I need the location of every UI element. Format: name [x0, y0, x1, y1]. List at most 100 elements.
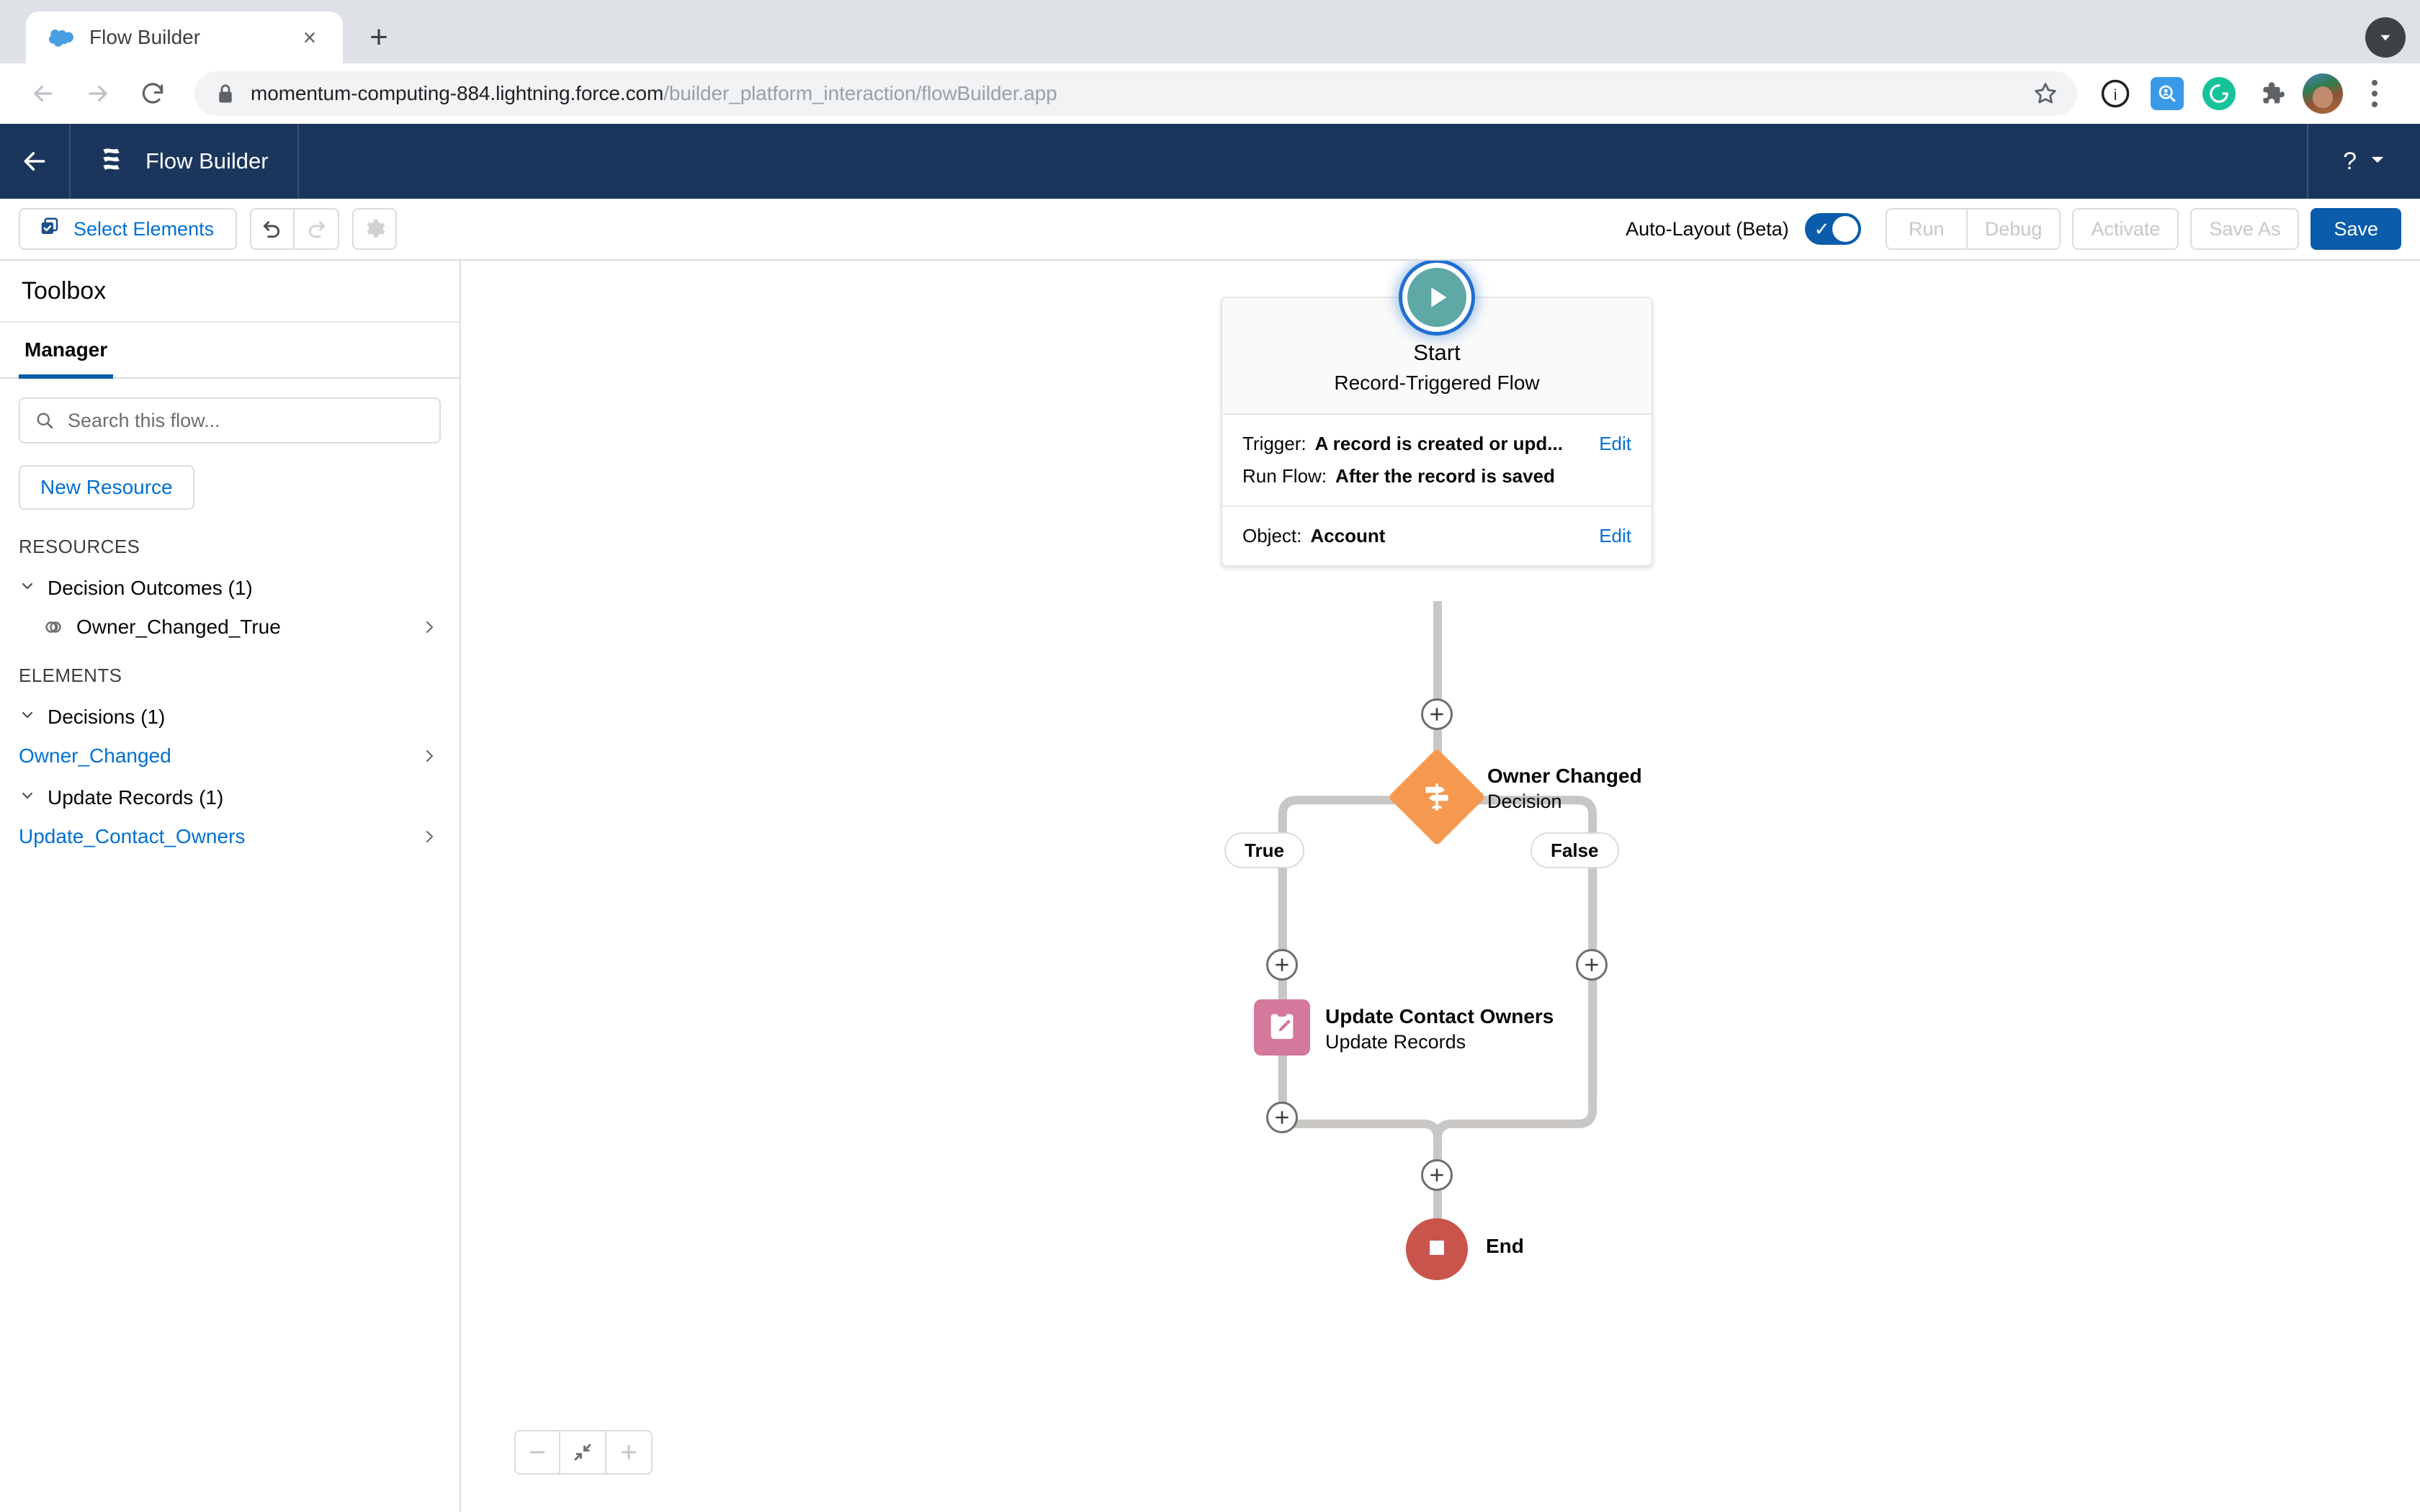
header-spacer: [299, 124, 2308, 199]
info-circle-icon[interactable]: i: [2093, 71, 2138, 116]
undo-icon[interactable]: [250, 208, 295, 250]
salesforce-cloud-icon: [49, 25, 73, 50]
start-node-subtitle: Record-Triggered Flow: [1334, 372, 1540, 394]
browser-extension-bar: i: [2093, 71, 2401, 116]
tab-manager[interactable]: Manager: [19, 323, 114, 379]
url-host: momentum-computing-884.lightning.force.c…: [251, 82, 664, 104]
edit-trigger-link[interactable]: Edit: [1599, 428, 1631, 455]
puzzle-extensions-icon[interactable]: [2249, 71, 2293, 116]
auto-layout-toggle[interactable]: ✓: [1804, 213, 1861, 245]
tree-group-update-records[interactable]: Update Records (1): [19, 786, 441, 809]
section-label-resources: RESOURCES: [19, 536, 140, 557]
save-button[interactable]: Save: [2311, 208, 2401, 250]
play-start-icon[interactable]: [1402, 263, 1471, 332]
start-node-title: Start: [1413, 340, 1461, 365]
branch-true-text: True: [1245, 839, 1284, 861]
back-icon[interactable]: [19, 69, 68, 118]
start-node-card[interactable]: Start Record-Triggered Flow Trigger: A r…: [1221, 297, 1653, 567]
start-object-row: Object: Account Edit: [1222, 507, 1652, 565]
new-resource-button[interactable]: New Resource: [19, 465, 194, 510]
select-elements-label: Select Elements: [73, 217, 215, 240]
debug-button[interactable]: Debug: [1967, 208, 2061, 250]
add-element-button-after-update[interactable]: [1266, 1102, 1298, 1133]
tree-group-label: Decision Outcomes (1): [48, 577, 253, 599]
help-icon: ?: [2343, 147, 2357, 175]
update-records-node-label: Update Contact Owners Update Records: [1325, 1005, 1554, 1053]
stop-square-icon: [1425, 1236, 1449, 1264]
app-body: Toolbox Manager New Resource RESOURCES: [0, 261, 2420, 1512]
list-item-owner-changed-true[interactable]: Owner_Changed_True: [19, 616, 441, 639]
toolbox-title: Toolbox: [22, 276, 107, 305]
page-title: Flow Builder: [145, 148, 269, 174]
end-node[interactable]: [1406, 1218, 1468, 1280]
search-input[interactable]: [19, 397, 441, 444]
add-element-button-true[interactable]: [1266, 949, 1298, 981]
reload-icon[interactable]: [128, 69, 177, 118]
tree-group-decisions[interactable]: Decisions (1): [19, 706, 441, 729]
browser-urlbar-row: momentum-computing-884.lightning.force.c…: [0, 63, 2420, 124]
activate-button[interactable]: Activate: [2072, 208, 2179, 250]
list-item-owner-changed[interactable]: Owner_Changed: [19, 744, 441, 768]
url-omnibox[interactable]: momentum-computing-884.lightning.force.c…: [194, 71, 2077, 116]
close-icon[interactable]: ×: [295, 23, 324, 52]
flow-toolbar: Select Elements Auto-Layout (Beta) ✓ Run…: [0, 199, 2420, 261]
forward-icon[interactable]: [73, 69, 122, 118]
start-runflow-line: Run Flow: After the record is saved: [1242, 460, 1587, 492]
branch-label-false[interactable]: False: [1531, 832, 1619, 868]
tree-group-decision-outcomes[interactable]: Decision Outcomes (1): [19, 577, 441, 600]
zoom-in-icon[interactable]: [606, 1430, 653, 1475]
update-records-node[interactable]: [1254, 999, 1310, 1056]
end-node-label: End: [1486, 1235, 1524, 1257]
fit-to-view-icon[interactable]: [560, 1430, 606, 1475]
chevron-right-icon: [421, 828, 438, 845]
chevron-down-icon: [19, 786, 36, 809]
trigger-value: A record is created or upd...: [1314, 433, 1563, 454]
flow-builder-icon: [98, 145, 127, 179]
help-button[interactable]: ?: [2307, 124, 2420, 199]
chevron-right-icon: [421, 747, 438, 765]
undo-redo-group: [250, 208, 340, 250]
toggle-knob: [1832, 216, 1858, 242]
redo-icon[interactable]: [295, 208, 340, 250]
chrome-menu-icon[interactable]: [2352, 71, 2397, 116]
save-as-button[interactable]: Save As: [2190, 208, 2300, 250]
run-button[interactable]: Run: [1885, 208, 1968, 250]
flow-canvas[interactable]: Start Record-Triggered Flow Trigger: A r…: [461, 261, 2420, 1512]
list-item-update-contact-owners[interactable]: Update_Contact_Owners: [19, 825, 441, 848]
edit-object-link[interactable]: Edit: [1599, 520, 1631, 547]
toolbox-content: New Resource RESOURCES Decision Outcomes…: [0, 379, 460, 1512]
add-element-button-false[interactable]: [1576, 949, 1608, 981]
decision-node[interactable]: [1388, 748, 1486, 846]
outcome-circles-icon: [43, 617, 63, 637]
clipboard-pencil-icon: [1265, 1009, 1299, 1046]
svg-text:i: i: [2114, 87, 2118, 104]
start-trigger-lines: Trigger: A record is created or upd... R…: [1242, 428, 1587, 492]
list-item-label: Owner_Changed_True: [76, 616, 281, 638]
signpost-decision-icon: [1419, 779, 1455, 815]
tree-group-label: Update Records (1): [48, 786, 224, 809]
bookmark-star-icon[interactable]: [2030, 78, 2061, 109]
chevron-down-icon: [2370, 153, 2385, 170]
zoom-out-icon[interactable]: [514, 1430, 560, 1475]
profile-avatar[interactable]: [2300, 71, 2345, 116]
url-path: /builder_platform_interaction/flowBuilde…: [663, 82, 1057, 104]
browser-tab[interactable]: Flow Builder ×: [26, 12, 343, 63]
new-tab-button[interactable]: +: [356, 14, 402, 60]
search-icon: [35, 410, 55, 431]
flow-action-buttons: Run Debug Activate Save As Save: [1885, 208, 2401, 250]
chevron-right-icon: [421, 618, 438, 636]
grammarly-icon[interactable]: [2197, 71, 2241, 116]
add-element-button-end[interactable]: [1421, 1159, 1453, 1191]
chevron-down-icon[interactable]: [2365, 17, 2406, 58]
select-elements-button[interactable]: Select Elements: [19, 208, 238, 250]
decision-subtitle: Decision: [1487, 791, 1562, 812]
gear-icon[interactable]: [352, 208, 398, 250]
start-object-lines: Object: Account: [1242, 520, 1587, 552]
add-element-button-start[interactable]: [1421, 698, 1453, 730]
branch-label-true[interactable]: True: [1224, 832, 1304, 868]
header-back-button[interactable]: [0, 124, 71, 199]
browser-tabstrip: Flow Builder × +: [0, 0, 2420, 63]
search-extension-icon[interactable]: [2145, 71, 2190, 116]
update-records-title: Update Contact Owners: [1325, 1005, 1554, 1027]
select-elements-icon: [39, 216, 60, 243]
